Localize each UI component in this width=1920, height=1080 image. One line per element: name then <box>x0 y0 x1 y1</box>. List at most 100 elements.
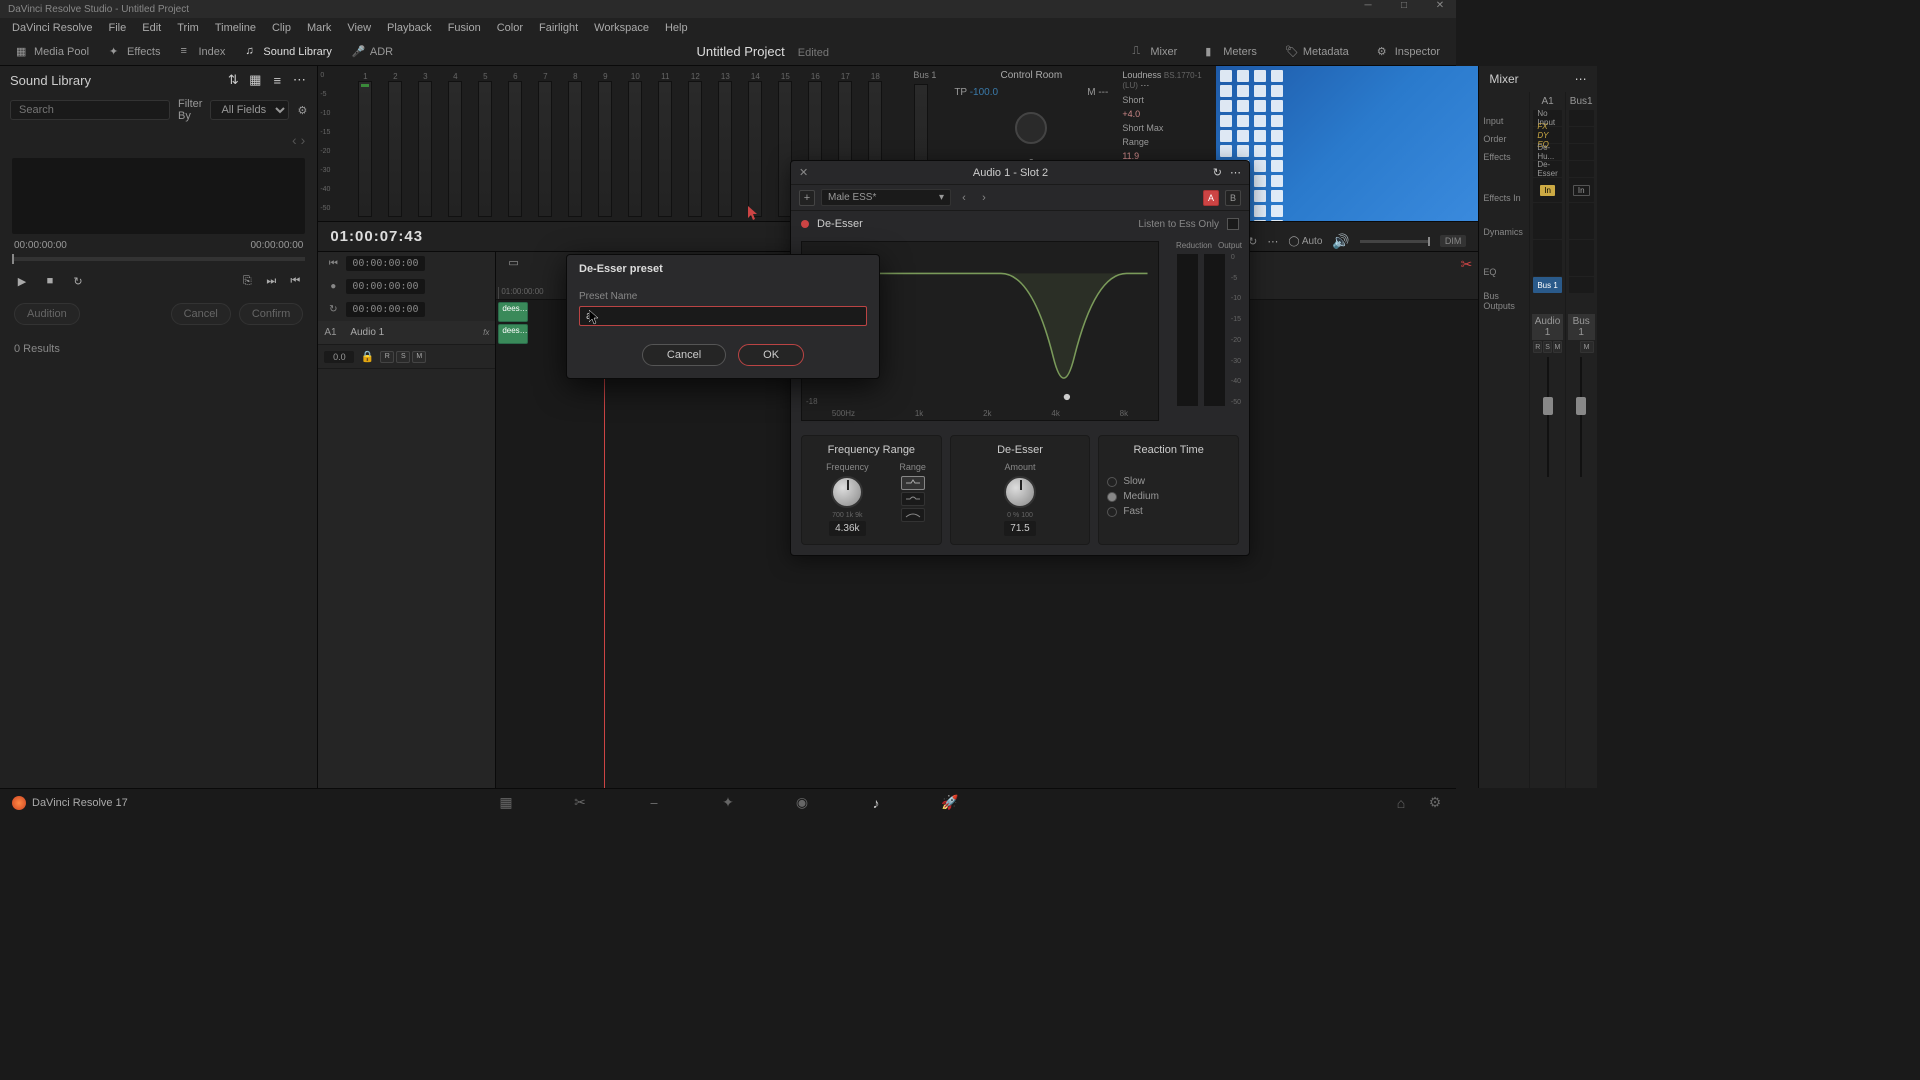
compare-b-button[interactable]: B <box>1225 190 1241 206</box>
compare-a-button[interactable]: A <box>1203 190 1219 206</box>
fx-refresh-icon[interactable]: ↻ <box>1213 166 1222 179</box>
nav-prev-icon[interactable]: ‹ <box>292 132 297 148</box>
tool-meters[interactable]: ▮Meters <box>1197 43 1265 61</box>
fx-badge[interactable]: fx <box>483 328 489 337</box>
window-minimize-icon[interactable]: ─ <box>1356 0 1380 11</box>
tool-sound-library[interactable]: ♫Sound Library <box>237 43 340 61</box>
page-cut-icon[interactable]: ✂ <box>571 794 589 812</box>
tool-inspector[interactable]: ⚙Inspector <box>1369 43 1448 61</box>
page-deliver-icon[interactable]: 🚀 <box>941 794 959 812</box>
menu-playback[interactable]: Playback <box>379 22 440 34</box>
fx-menu-icon[interactable]: ⋯ <box>1230 166 1241 179</box>
tool-mixer[interactable]: ⎍Mixer <box>1124 43 1185 61</box>
menu-trim[interactable]: Trim <box>169 22 207 34</box>
menu-fairlight[interactable]: Fairlight <box>531 22 586 34</box>
audio-clip[interactable]: dees… <box>498 324 528 344</box>
strip-m-button[interactable]: M <box>1580 341 1594 353</box>
page-color-icon[interactable]: ◉ <box>793 794 811 812</box>
more-icon[interactable]: ⋯ <box>291 72 307 88</box>
marker-tool-icon[interactable]: ▭ <box>508 256 518 269</box>
loop-icon[interactable]: ↻ <box>70 273 86 289</box>
menu-mark[interactable]: Mark <box>299 22 339 34</box>
stop-icon[interactable]: ■ <box>42 273 58 289</box>
frequency-knob[interactable] <box>831 476 863 508</box>
effect-slot[interactable]: De-Esser <box>1533 161 1561 177</box>
prev-clip-icon[interactable]: ⏮ <box>287 273 303 289</box>
speaker-icon[interactable]: 🔊 <box>1332 233 1349 250</box>
audio-clip[interactable]: dees… <box>498 302 528 322</box>
strip-m-button[interactable]: M <box>1553 341 1562 353</box>
filter-settings-icon[interactable]: ⚙ <box>297 104 307 117</box>
listen-checkbox[interactable] <box>1227 218 1239 230</box>
monitor-menu-icon[interactable]: ⋯ <box>1267 235 1278 248</box>
amount-value[interactable]: 71.5 <box>1004 521 1035 536</box>
mixer-menu-icon[interactable]: ⋯ <box>1575 72 1587 86</box>
menu-workspace[interactable]: Workspace <box>586 22 657 34</box>
lock-icon[interactable]: 🔒 <box>360 350 374 364</box>
preview-scrubber[interactable] <box>12 257 305 261</box>
tool-metadata[interactable]: 🏷Metadata <box>1277 43 1357 61</box>
loudness-menu-icon[interactable]: ⋯ <box>1140 80 1149 90</box>
fx-close-icon[interactable]: ✕ <box>799 166 808 179</box>
strip-r-button[interactable]: R <box>1533 341 1542 353</box>
cancel-audition-button[interactable]: Cancel <box>171 303 231 325</box>
tool-effects[interactable]: ✦Effects <box>101 43 168 61</box>
reaction-medium-radio[interactable]: Medium <box>1107 491 1230 502</box>
insert-icon[interactable]: ⎘ <box>239 273 255 289</box>
dialog-cancel-button[interactable]: Cancel <box>642 344 726 366</box>
range-wide-button[interactable] <box>901 508 925 522</box>
strip-s-button[interactable]: S <box>1543 341 1552 353</box>
window-close-icon[interactable]: ✕ <box>1428 0 1452 11</box>
menu-help[interactable]: Help <box>657 22 696 34</box>
settings-icon[interactable]: ⚙ <box>1426 794 1444 812</box>
menu-file[interactable]: File <box>101 22 135 34</box>
menu-fusion[interactable]: Fusion <box>440 22 489 34</box>
monitor-volume-slider[interactable] <box>1360 240 1430 243</box>
play-icon[interactable]: ▶ <box>14 273 30 289</box>
tool-media-pool[interactable]: ▦Media Pool <box>8 43 97 61</box>
razor-tool-icon[interactable]: ✂ <box>1461 256 1473 273</box>
menu-view[interactable]: View <box>339 22 379 34</box>
record-arm-button[interactable]: R <box>380 351 394 363</box>
menu-davinci[interactable]: DaVinci Resolve <box>4 22 101 34</box>
menu-clip[interactable]: Clip <box>264 22 299 34</box>
page-fairlight-icon[interactable]: ♪ <box>867 794 885 812</box>
menu-color[interactable]: Color <box>489 22 531 34</box>
fader[interactable] <box>1570 357 1593 477</box>
dialog-ok-button[interactable]: OK <box>738 344 804 366</box>
reaction-slow-radio[interactable]: Slow <box>1107 476 1230 487</box>
preset-select[interactable]: Male ESS* ▾ <box>821 189 951 206</box>
page-media-icon[interactable]: ▦ <box>497 794 515 812</box>
dim-button[interactable]: DIM <box>1440 235 1467 247</box>
next-clip-icon[interactable]: ⏭ <box>263 273 279 289</box>
range-narrow-button[interactable] <box>901 476 925 490</box>
list-view-icon[interactable]: ≡ <box>269 72 285 88</box>
tool-adr[interactable]: 🎤ADR <box>344 43 401 61</box>
loop-tc-icon[interactable]: ↻ <box>326 303 340 317</box>
monitor-volume-knob[interactable] <box>1015 112 1047 144</box>
effects-in-button[interactable]: In <box>1569 178 1594 202</box>
prev-icon[interactable]: ⏮ <box>326 257 340 271</box>
effect-slot[interactable]: De-Hu... <box>1533 144 1561 160</box>
eq-slot[interactable] <box>1533 240 1561 276</box>
effects-in-button[interactable]: In <box>1533 178 1561 202</box>
page-edit-icon[interactable]: ⎯ <box>645 794 663 812</box>
audition-button[interactable]: Audition <box>14 303 80 325</box>
order-slot[interactable]: FX DY EQ <box>1533 127 1561 143</box>
preset-prev-icon[interactable]: ‹ <box>957 192 971 204</box>
frequency-value[interactable]: 4.36k <box>829 521 865 536</box>
sort-icon[interactable]: ⇅ <box>225 72 241 88</box>
record-icon[interactable]: ● <box>326 280 340 294</box>
reaction-fast-radio[interactable]: Fast <box>1107 506 1230 517</box>
fader[interactable] <box>1534 357 1560 477</box>
grid-view-icon[interactable]: ▦ <box>247 72 263 88</box>
menu-edit[interactable]: Edit <box>134 22 169 34</box>
confirm-audition-button[interactable]: Confirm <box>239 303 304 325</box>
auto-button[interactable]: ◯ Auto <box>1288 236 1322 247</box>
nav-next-icon[interactable]: › <box>301 132 306 148</box>
track-volume[interactable]: 0.0 <box>324 351 354 363</box>
add-preset-button[interactable]: + <box>799 190 815 206</box>
menu-timeline[interactable]: Timeline <box>207 22 264 34</box>
dynamics-slot[interactable] <box>1533 203 1561 239</box>
search-input[interactable] <box>10 100 170 120</box>
